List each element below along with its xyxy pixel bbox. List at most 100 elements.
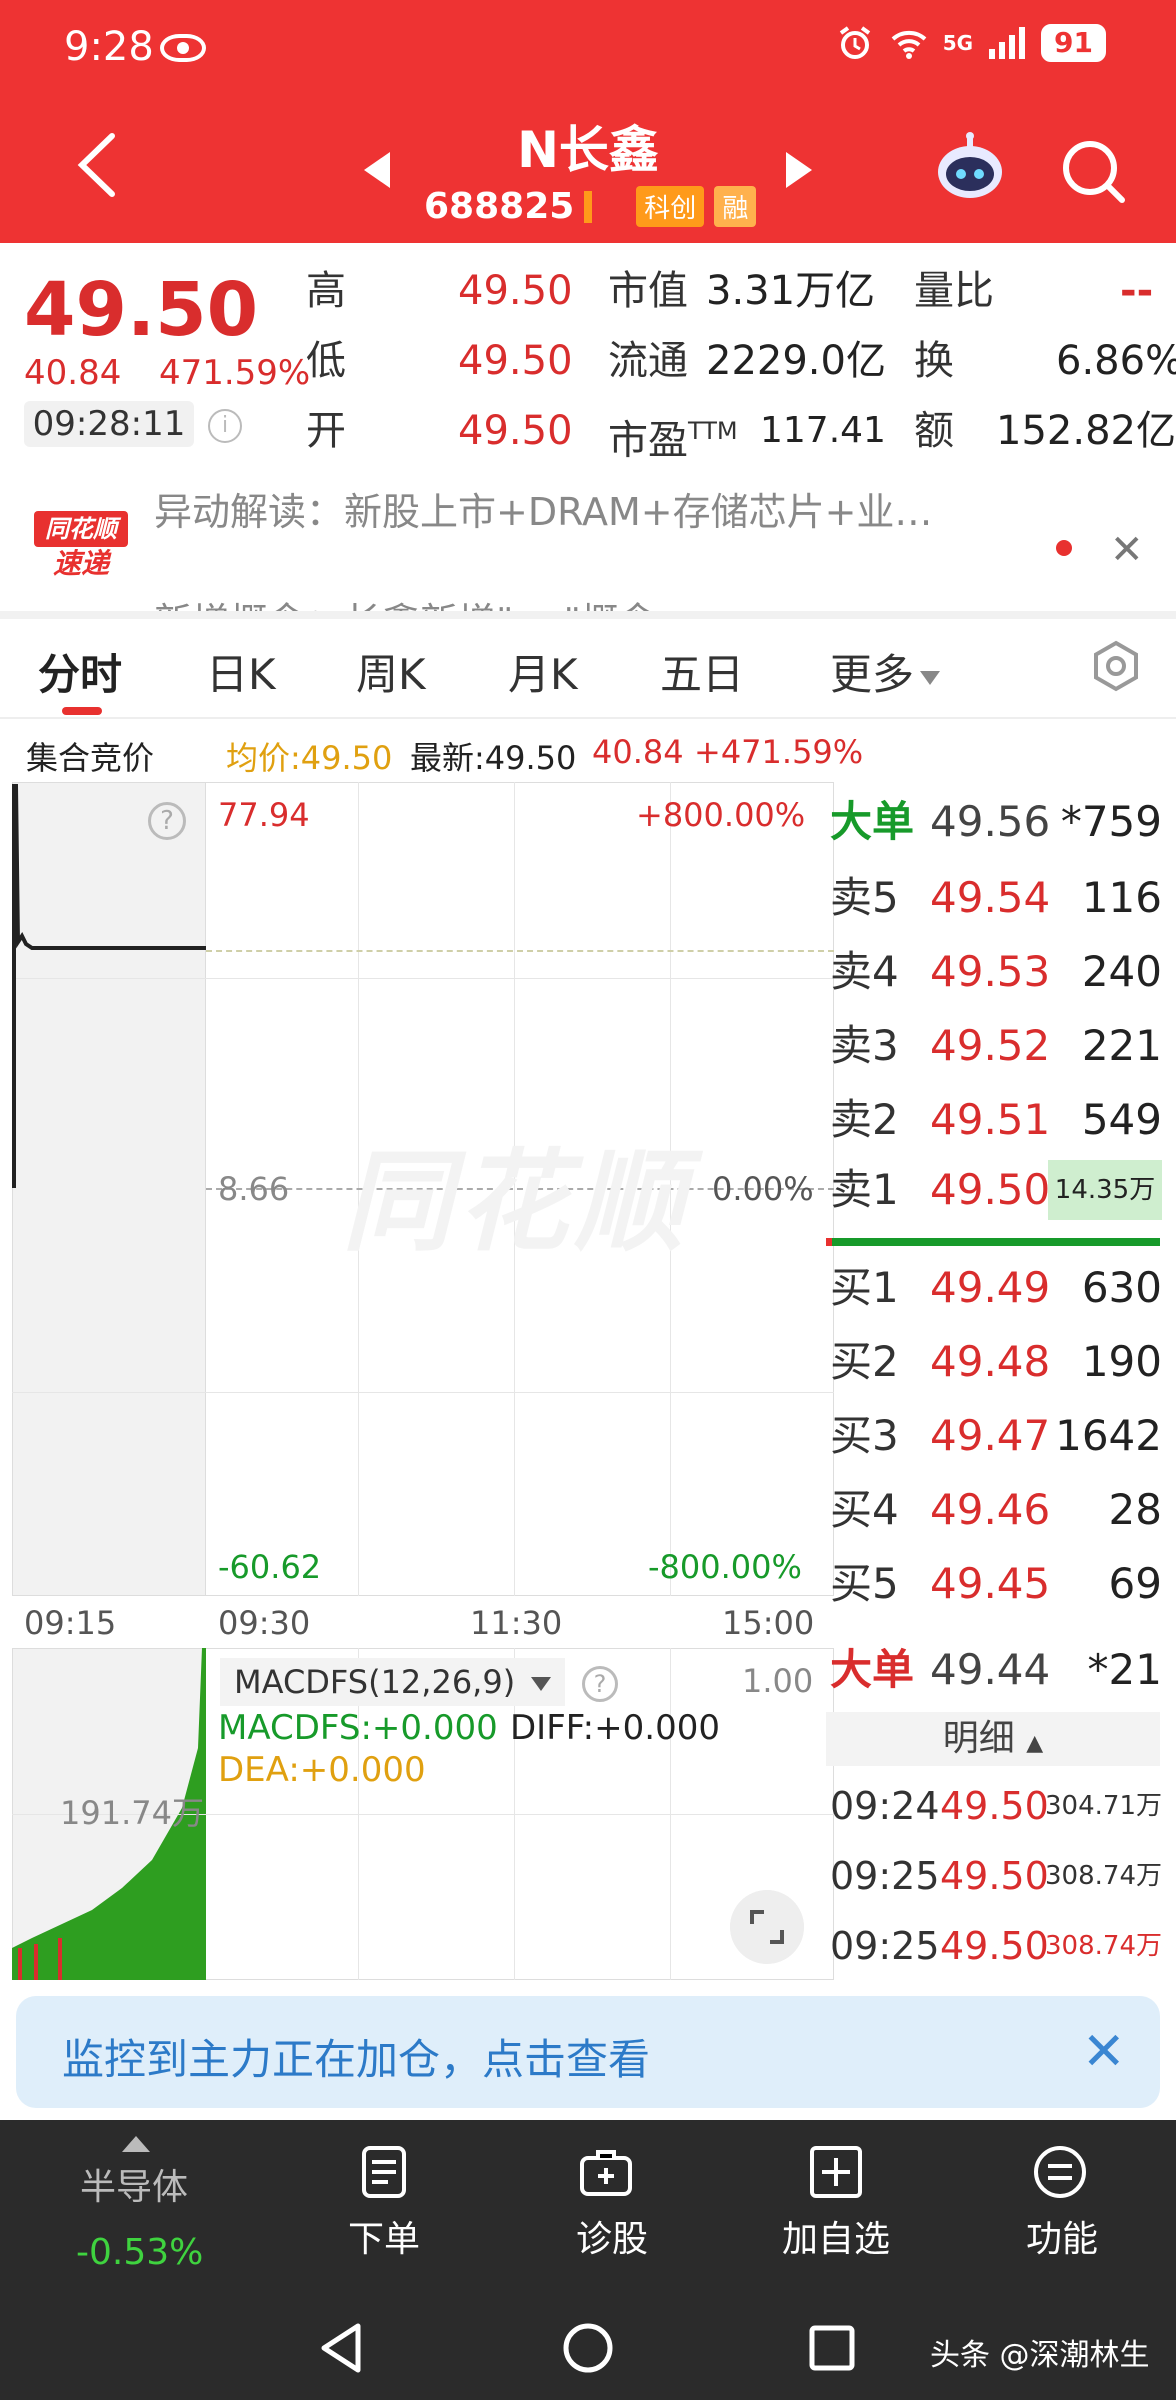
tab-weekly-k[interactable]: 周K [356,641,426,702]
ask-price: 49.50 [930,1165,1051,1214]
add-watchlist-label: 加自选 [782,2219,891,2260]
chevron-down-icon [531,1677,552,1691]
bid-row-4[interactable]: 买4 49.46 28 [826,1478,1166,1542]
stock-sub-row: 688825 科创 融 [424,186,757,227]
bid-row-1[interactable]: 买1 49.49 630 [826,1256,1166,1320]
indicator-selector-label: MACDFS(12,26,9) [234,1663,516,1701]
pe-value: 117.41 [760,410,886,451]
time-label: 09:30 [218,1604,311,1642]
sector-change: -0.53% [76,2232,204,2273]
current-price: 49.50 [24,267,259,353]
detail-label: 明细 [942,1718,1015,1759]
function-button[interactable]: 功能 [996,2120,1126,2296]
tick-time: 09:25 [830,1924,940,1968]
dea-value: DEA:+0.000 [218,1750,426,1790]
fullscreen-icon[interactable] [730,1890,804,1964]
avg-price-line [206,950,834,952]
open-label: 开 [306,408,346,454]
help-icon[interactable]: ? [582,1666,618,1702]
indicator-chart[interactable]: MACDFS(12,26,9) ? 1.00 MACDFS:+0.000 DIF… [12,1648,834,1980]
bid-row-3[interactable]: 买3 49.47 1642 [826,1404,1166,1468]
menu-circle-icon [1034,2146,1086,2198]
diff-value: DIFF:+0.000 [510,1708,720,1748]
big-sell-label: 大单 [830,797,915,846]
close-icon[interactable]: ✕ [1082,2022,1126,2082]
alert-banner[interactable]: 监控到主力正在加仓，点击查看 ✕ [16,1996,1160,2108]
diagnose-button[interactable]: 诊股 [548,2120,678,2296]
search-icon[interactable] [1058,136,1128,206]
tab-more[interactable]: 更多 [830,641,941,702]
order-button[interactable]: 下单 [320,2120,450,2296]
news-headline-next[interactable]: 新增概念：长鑫新增"… "概念 [154,591,657,611]
chevron-up-icon [122,2136,150,2152]
market-cap-label: 市值 [608,268,688,314]
tab-daily-k[interactable]: 日K [206,641,276,702]
axis-bottom-price: -60.62 [218,1548,322,1586]
price-line [12,784,206,1188]
system-nav-bar: 头条 @深潮林生 [0,2296,1176,2400]
indicator-selector[interactable]: MACDFS(12,26,9) [220,1658,566,1706]
bid-vol: 630 [1081,1263,1162,1312]
alarm-icon [839,26,870,59]
macdfs-value: MACDFS:+0.000 [218,1708,498,1748]
bid-price: 49.47 [930,1411,1051,1460]
detail-toggle[interactable]: 明细 ▲ [826,1712,1160,1766]
wifi-icon [891,30,927,59]
ask-row-4[interactable]: 卖4 49.53 240 [826,940,1166,1004]
bid-row-5[interactable]: 买5 49.45 69 [826,1552,1166,1616]
watermark: 同花顺 [342,1138,690,1266]
big-buy-row[interactable]: 大单 49.44 *21 [826,1638,1166,1702]
macd-scale: 1.00 [742,1662,814,1700]
logo-bottom: 速递 [52,547,109,580]
ask-row-2[interactable]: 卖2 49.51 549 [826,1088,1166,1152]
tick-price: 49.50 [940,1854,1049,1898]
big-sell-row[interactable]: 大单 49.56 *759 [826,790,1166,854]
chart-header: 集合竞价 均价:49.50 最新:49.50 40.84 +471.59% [0,721,1176,781]
tab-monthly-k[interactable]: 月K [508,641,578,702]
ask-row-5[interactable]: 卖5 49.54 116 [826,866,1166,930]
ask-row-3[interactable]: 卖3 49.52 221 [826,1014,1166,1078]
add-watchlist-button[interactable]: 加自选 [766,2120,906,2296]
bid-vol: 28 [1108,1485,1162,1534]
tag-marker [584,190,593,223]
pe-suffix: TTM [688,417,738,445]
latest-price: 最新:49.50 [410,739,577,777]
nav-recents-icon[interactable] [802,2318,862,2378]
alert-text[interactable]: 监控到主力正在加仓，点击查看 [62,2026,650,2087]
nav-home-icon[interactable] [558,2318,618,2378]
bid-row-2[interactable]: 买2 49.48 190 [826,1330,1166,1394]
news-banner[interactable]: 同花顺 速递 异动解读：新股上市+DRAM+存储芯片+业… 新增概念：长鑫新增"… [0,463,1176,611]
robot-assistant-icon[interactable] [934,132,1006,202]
info-icon[interactable]: i [208,409,242,443]
nav-back-icon[interactable] [312,2318,372,2378]
tab-five-day[interactable]: 五日 [660,641,744,702]
amount-value: 152.82亿 [996,408,1176,454]
tab-intraday[interactable]: 分时 [38,641,122,702]
chart-tabs: 分时 日K 周K 月K 五日 更多 [0,619,1176,719]
function-label: 功能 [1026,2219,1099,2260]
ask-label: 卖5 [830,873,899,922]
settings-icon[interactable] [1090,640,1142,692]
big-buy-price: 49.44 [930,1645,1051,1694]
tick-vol: 304.71万 [1045,1791,1162,1821]
intraday-chart[interactable]: 同花顺 ? 77.94 +800.00% 8.66 0.00% -60.62 -… [12,782,834,1596]
header-change: 40.84 [592,733,684,771]
logo-top: 同花顺 [34,511,128,547]
time-label: 09:15 [24,1604,117,1642]
close-icon[interactable]: ✕ [1110,527,1144,573]
tab-more-label: 更多 [830,650,915,699]
battery-icon: 91 [1041,24,1106,62]
avg-price: 均价:49.50 [226,739,393,777]
bid-label: 买3 [830,1411,899,1460]
eye-icon [160,34,206,62]
status-time: 9:28 [64,24,154,70]
low-label: 低 [306,338,346,384]
ask-vol: 221 [1081,1021,1162,1070]
tick-row: 09:25 49.50 308.74万 [826,1912,1166,1980]
bid-vol: 190 [1081,1337,1162,1386]
ask-label: 卖1 [830,1165,899,1214]
sector-indicator[interactable]: 半导体 -0.53% [0,2120,270,2296]
active-tab-indicator [62,707,102,715]
watermark-credit: 头条 @深潮林生 [930,2338,1150,2373]
news-headline[interactable]: 异动解读：新股上市+DRAM+存储芯片+业… [154,481,932,536]
